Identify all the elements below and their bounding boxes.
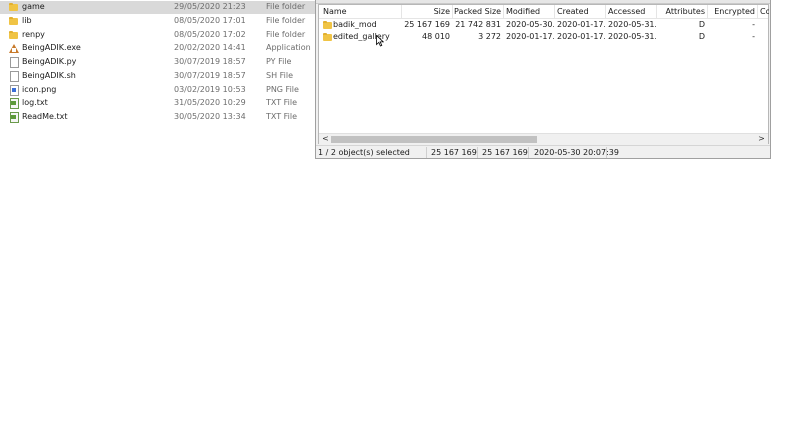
entry-attributes: D bbox=[698, 32, 705, 41]
file-type: PNG File bbox=[266, 84, 299, 94]
file-date: 31/05/2020 10:29 bbox=[174, 98, 246, 107]
file-row-beingadik-sh[interactable]: BeingADIK.sh 30/07/2019 18:57 SH File bbox=[0, 70, 316, 83]
column-header-size[interactable]: Size bbox=[403, 7, 450, 17]
file-date: 30/07/2019 18:57 bbox=[174, 70, 246, 80]
archive-window: Name Size Packed Size Modified Created A… bbox=[315, 0, 771, 159]
file-row-readme-txt[interactable]: ReadMe.txt 30/05/2020 13:34 TXT File bbox=[0, 111, 316, 124]
entry-name: badik_mod bbox=[333, 20, 377, 29]
file-row-lib[interactable]: lib 08/05/2020 17:01 File folder bbox=[0, 15, 316, 28]
file-name: renpy bbox=[22, 29, 45, 39]
file-date: 30/07/2019 18:57 bbox=[174, 57, 246, 66]
column-header-attributes[interactable]: Attributes bbox=[656, 7, 706, 17]
column-header-created[interactable]: Created bbox=[557, 7, 605, 17]
folder-icon bbox=[9, 16, 19, 26]
status-selection: 1 / 2 object(s) selected bbox=[318, 148, 410, 157]
entry-created: 2020-01-17... bbox=[557, 20, 605, 29]
file-date: 29/05/2020 21:23 bbox=[174, 2, 246, 11]
text-file-icon bbox=[9, 98, 19, 109]
column-divider[interactable] bbox=[503, 5, 504, 18]
scrollbar-thumb[interactable] bbox=[331, 136, 537, 143]
status-divider bbox=[426, 147, 427, 158]
file-row-beingadik-py[interactable]: BeingADIK.py 30/07/2019 18:57 PY File bbox=[0, 56, 316, 69]
file-name: icon.png bbox=[22, 84, 57, 94]
entry-accessed: 2020-05-31... bbox=[608, 32, 656, 41]
status-divider bbox=[528, 147, 529, 158]
column-divider[interactable] bbox=[452, 5, 453, 18]
entry-modified: 2020-01-17... bbox=[506, 32, 554, 41]
scroll-left-arrow-icon[interactable]: < bbox=[321, 134, 330, 144]
column-divider[interactable] bbox=[401, 5, 402, 18]
file-name: log.txt bbox=[22, 98, 48, 107]
entry-encrypted: - bbox=[752, 20, 755, 29]
status-bar: 1 / 2 object(s) selected 25 167 169 25 1… bbox=[316, 145, 770, 158]
folder-icon bbox=[9, 30, 19, 40]
entry-size: 48 010 bbox=[422, 32, 450, 41]
folder-icon bbox=[323, 20, 333, 30]
file-type: File folder bbox=[266, 2, 306, 11]
status-size: 25 167 169 bbox=[431, 148, 477, 157]
file-row-game[interactable]: game 29/05/2020 21:23 File folder bbox=[0, 1, 316, 14]
entry-name: edited_gallery bbox=[333, 32, 390, 41]
file-type: File folder bbox=[266, 29, 306, 39]
file-name: BeingADIK.sh bbox=[22, 70, 76, 80]
entry-accessed: 2020-05-31... bbox=[608, 20, 656, 29]
folder-icon bbox=[9, 2, 19, 12]
file-date: 20/02/2020 14:41 bbox=[174, 43, 246, 52]
mouse-cursor-icon bbox=[376, 35, 384, 47]
archive-file-list: Name Size Packed Size Modified Created A… bbox=[318, 4, 769, 144]
column-divider[interactable] bbox=[554, 5, 555, 18]
file-date: 30/05/2020 13:34 bbox=[174, 112, 246, 121]
scroll-right-arrow-icon[interactable]: > bbox=[757, 134, 766, 144]
file-date: 03/02/2019 10:53 bbox=[174, 84, 246, 94]
file-type: PY File bbox=[266, 57, 292, 66]
file-type: Application bbox=[266, 43, 311, 52]
file-row-renpy[interactable]: renpy 08/05/2020 17:02 File folder bbox=[0, 29, 316, 42]
file-type: TXT File bbox=[266, 98, 298, 107]
file-row-beingadik-exe[interactable]: BeingADIK.exe 20/02/2020 14:41 Applicati… bbox=[0, 42, 316, 55]
file-type: SH File bbox=[266, 70, 294, 80]
entry-size: 25 167 169 bbox=[404, 20, 450, 29]
entry-packed-size: 21 742 831 bbox=[455, 20, 501, 29]
entry-encrypted: - bbox=[752, 32, 755, 41]
column-divider[interactable] bbox=[757, 5, 758, 18]
file-name: BeingADIK.exe bbox=[22, 43, 81, 52]
document-icon bbox=[9, 57, 19, 68]
archive-row-edited-gallery[interactable]: edited_gallery 48 010 3 272 2020-01-17..… bbox=[319, 31, 768, 44]
text-file-icon bbox=[9, 112, 19, 123]
entry-attributes: D bbox=[698, 20, 705, 29]
column-header-encrypted[interactable]: Encrypted bbox=[707, 7, 755, 17]
column-header-row: Name Size Packed Size Modified Created A… bbox=[319, 5, 769, 19]
entry-packed-size: 3 272 bbox=[478, 32, 501, 41]
file-row-icon-png[interactable]: icon.png 03/02/2019 10:53 PNG File bbox=[0, 84, 316, 97]
file-date: 08/05/2020 17:01 bbox=[174, 15, 246, 25]
folder-icon bbox=[323, 32, 333, 42]
file-name: ReadMe.txt bbox=[22, 112, 68, 121]
image-icon bbox=[9, 84, 19, 96]
file-name: BeingADIK.py bbox=[22, 57, 77, 66]
file-name: game bbox=[22, 2, 45, 11]
column-header-comment[interactable]: Co bbox=[760, 7, 769, 17]
status-divider bbox=[606, 147, 607, 158]
horizontal-scrollbar[interactable]: < > bbox=[319, 133, 768, 144]
status-packed-size: 25 167 169 bbox=[482, 148, 528, 157]
entry-created: 2020-01-17... bbox=[557, 32, 605, 41]
file-date: 08/05/2020 17:02 bbox=[174, 29, 246, 39]
entry-modified: 2020-05-30... bbox=[506, 20, 554, 29]
column-header-accessed[interactable]: Accessed bbox=[608, 7, 656, 17]
file-row-log-txt[interactable]: log.txt 31/05/2020 10:29 TXT File bbox=[0, 97, 316, 110]
file-name: lib bbox=[22, 15, 32, 25]
application-icon bbox=[9, 43, 19, 53]
status-divider bbox=[477, 147, 478, 158]
file-type: TXT File bbox=[266, 112, 298, 121]
file-type: File folder bbox=[266, 15, 306, 25]
column-divider[interactable] bbox=[605, 5, 606, 18]
column-header-name[interactable]: Name bbox=[323, 7, 403, 17]
document-icon bbox=[9, 70, 19, 82]
explorer-file-list: game 29/05/2020 21:23 File folder lib 08… bbox=[0, 0, 316, 425]
column-header-packed-size[interactable]: Packed Size bbox=[454, 7, 501, 17]
column-header-modified[interactable]: Modified bbox=[506, 7, 554, 17]
